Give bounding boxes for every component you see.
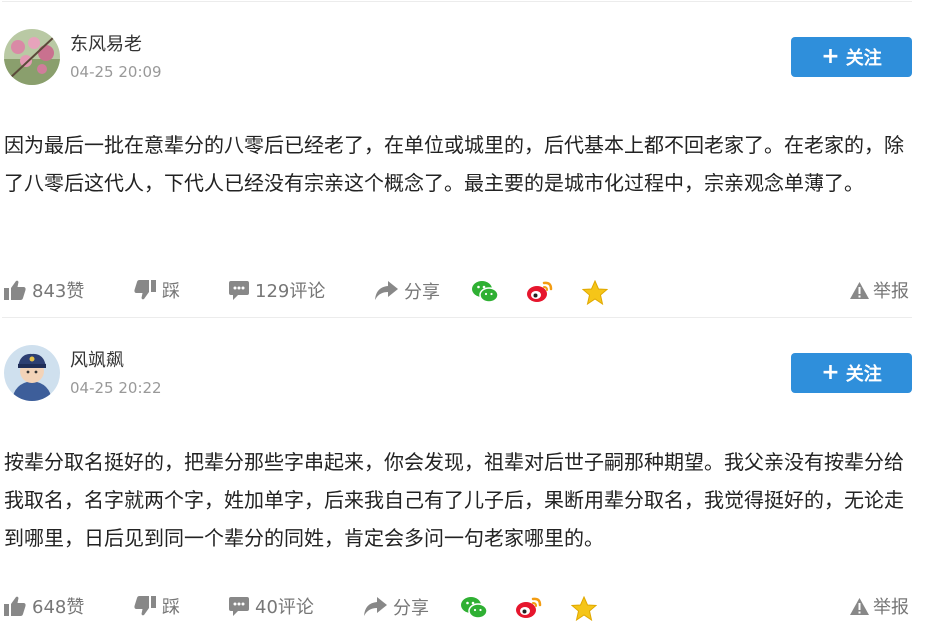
username[interactable]: 东风易老 [70,34,142,56]
dislike-label: 踩 [162,597,180,618]
comment-button[interactable]: 40评论 [229,593,314,619]
report-button[interactable]: 举报 [850,277,909,303]
comment-text: 因为最后一批在意辈分的八零后已经老了，在单位或城里的，后代基本上都不回老家了。在… [4,133,904,195]
plus-icon: + [821,44,840,69]
follow-label: 关注 [845,364,882,385]
comment-divider [2,317,912,318]
like-count: 648赞 [32,597,85,618]
report-button[interactable]: 举报 [850,593,909,619]
dislike-label: 踩 [162,281,180,302]
weibo-icon[interactable] [526,279,554,304]
thumb-down-icon [134,596,156,616]
share-button[interactable]: 分享 [374,278,440,304]
comment-count: 40评论 [255,597,314,618]
plus-icon: + [821,360,840,385]
share-arrow-icon [375,281,398,300]
thumb-down-icon [134,280,156,300]
star-icon[interactable] [571,596,597,621]
star-icon[interactable] [582,280,608,305]
wechat-icon[interactable] [460,596,488,620]
thumb-up-icon [4,596,26,616]
avatar[interactable] [4,29,60,85]
report-label: 举报 [873,597,909,618]
like-button[interactable]: 648赞 [4,593,84,619]
timestamp: 04-25 20:09 [70,63,162,81]
like-count: 843赞 [32,281,85,302]
share-arrow-icon [364,597,387,616]
thumb-up-icon [4,280,26,300]
comment-count: 129评论 [255,281,326,302]
dislike-button[interactable]: 踩 [134,277,180,303]
like-button[interactable]: 843赞 [4,277,84,303]
follow-label: 关注 [845,48,882,69]
warning-icon [850,597,869,615]
follow-button[interactable]: + 关注 [791,353,912,393]
comment-text: 按辈分取名挺好的，把辈分那些字串起来，你会发现，祖辈对后世子嗣那种期望。我父亲没… [4,450,904,550]
weibo-icon[interactable] [515,595,543,620]
share-button[interactable]: 分享 [363,594,429,620]
follow-button[interactable]: + 关注 [791,37,912,77]
avatar[interactable] [4,345,60,401]
wechat-icon[interactable] [471,280,499,304]
timestamp: 04-25 20:22 [70,379,162,397]
share-label: 分享 [393,598,429,619]
share-label: 分享 [404,282,440,303]
top-divider [2,1,912,2]
dislike-button[interactable]: 踩 [134,593,180,619]
username[interactable]: 风飒飙 [70,350,124,372]
report-label: 举报 [873,281,909,302]
warning-icon [850,281,869,299]
comment-icon [229,280,249,300]
comment-button[interactable]: 129评论 [229,277,325,303]
comment-icon [229,596,249,616]
